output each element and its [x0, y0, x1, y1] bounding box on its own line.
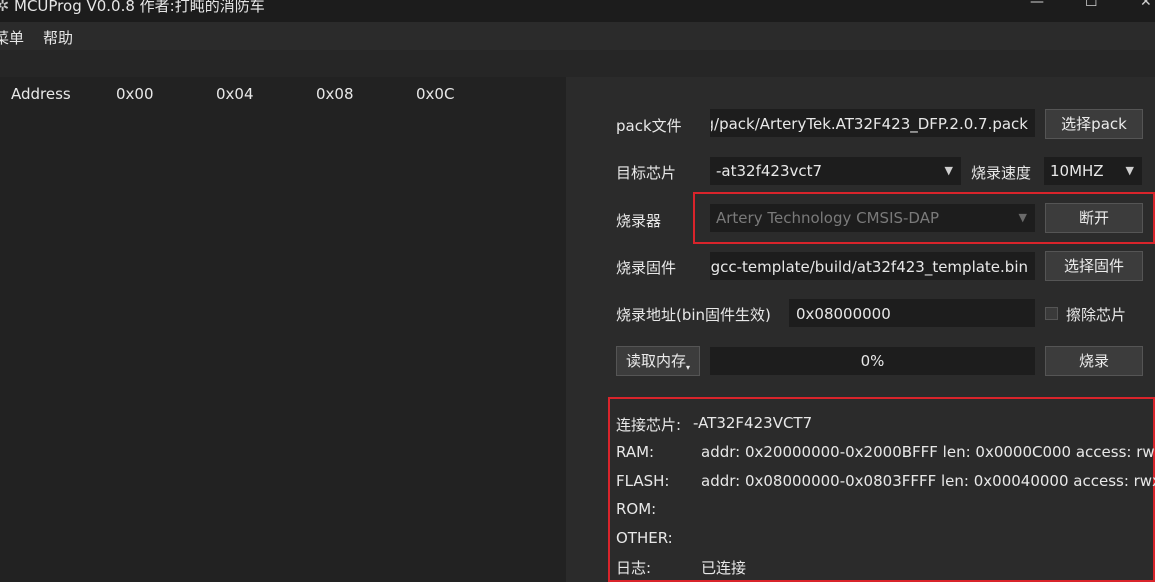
- app-gear-icon: ✲: [0, 0, 10, 15]
- erase-chip-checkbox[interactable]: [1045, 307, 1058, 320]
- info-value: addr: 0x08000000-0x0803FFFF len: 0x00040…: [701, 472, 1155, 490]
- firmware-label: 烧录固件: [616, 259, 677, 277]
- highlight-frame: [693, 192, 1155, 244]
- menu-item-help[interactable]: 帮助: [43, 27, 73, 48]
- select-pack-button[interactable]: 选择pack: [1045, 109, 1143, 139]
- erase-chip-label: 擦除芯片: [1066, 306, 1127, 324]
- address-field[interactable]: 0x08000000: [789, 299, 1035, 327]
- info-row: FLASH: addr: 0x08000000-0x0803FFFF len: 0…: [616, 472, 1155, 490]
- info-row: ROM:: [616, 500, 656, 518]
- column-header-0x04: 0x04: [216, 85, 254, 103]
- info-key: 日志:: [616, 559, 652, 577]
- minimize-icon[interactable]: —: [1030, 0, 1044, 10]
- info-row: RAM: addr: 0x20000000-0x2000BFFF len: 0x0…: [616, 443, 1155, 461]
- program-button[interactable]: 烧录: [1045, 346, 1143, 376]
- toolbar-strip: [0, 50, 1155, 77]
- column-header-0x08: 0x08: [316, 85, 354, 103]
- info-key: FLASH:: [616, 472, 670, 490]
- close-icon[interactable]: ✕: [1140, 0, 1152, 10]
- firmware-path-field[interactable]: -gcc-template/build/at32f423_template.bi…: [710, 252, 1035, 280]
- info-key: RAM:: [616, 443, 655, 461]
- title-bar: ✲ MCUProg V0.0.8 作者:打盹的消防车 — ☐ ✕: [0, 0, 1155, 22]
- column-header-0x0c: 0x0C: [416, 85, 455, 103]
- column-header-address: Address: [11, 85, 71, 103]
- info-value: -AT32F423VCT7: [693, 414, 813, 432]
- column-header-0x00: 0x00: [116, 85, 154, 103]
- info-value: addr: 0x20000000-0x2000BFFF len: 0x0000C…: [701, 443, 1155, 461]
- info-row: 日志: 已连接: [616, 557, 746, 578]
- chevron-down-icon: ▼: [944, 164, 953, 177]
- target-chip-select[interactable]: -at32f423vct7 ▼: [710, 157, 961, 185]
- progress-bar: 0%: [710, 347, 1035, 375]
- info-value: 已连接: [701, 559, 747, 577]
- info-key: 连接芯片:: [616, 416, 682, 434]
- info-row: 连接芯片: -AT32F423VCT7: [616, 414, 812, 435]
- menu-arrow-icon: ▾: [686, 363, 691, 372]
- read-memory-button[interactable]: 读取内存▾: [616, 346, 700, 376]
- info-row: OTHER:: [616, 529, 673, 547]
- memory-view[interactable]: Address 0x00 0x04 0x08 0x0C: [0, 77, 566, 582]
- speed-label: 烧录速度: [971, 164, 1032, 182]
- window-title: MCUProg V0.0.8 作者:打盹的消防车: [14, 0, 265, 15]
- info-key: OTHER:: [616, 529, 673, 547]
- pack-path-field[interactable]: og/pack/ArteryTek.AT32F423_DFP.2.0.7.pac…: [710, 109, 1035, 137]
- info-key: ROM:: [616, 500, 657, 518]
- settings-panel: pack文件 og/pack/ArteryTek.AT32F423_DFP.2.…: [567, 77, 1155, 582]
- maximize-icon[interactable]: ☐: [1085, 0, 1098, 10]
- target-chip-label: 目标芯片: [616, 164, 677, 182]
- chevron-down-icon: ▼: [1125, 164, 1134, 177]
- select-firmware-button[interactable]: 选择固件: [1045, 251, 1143, 281]
- progress-text: 0%: [860, 352, 885, 370]
- programmer-label: 烧录器: [616, 212, 662, 230]
- pack-label: pack文件: [616, 117, 682, 135]
- address-label: 烧录地址(bin固件生效): [616, 306, 771, 324]
- menu-bar: 菜单 帮助: [0, 22, 1155, 50]
- menu-item-menu[interactable]: 菜单: [0, 27, 24, 48]
- speed-select[interactable]: 10MHZ ▼: [1044, 157, 1142, 185]
